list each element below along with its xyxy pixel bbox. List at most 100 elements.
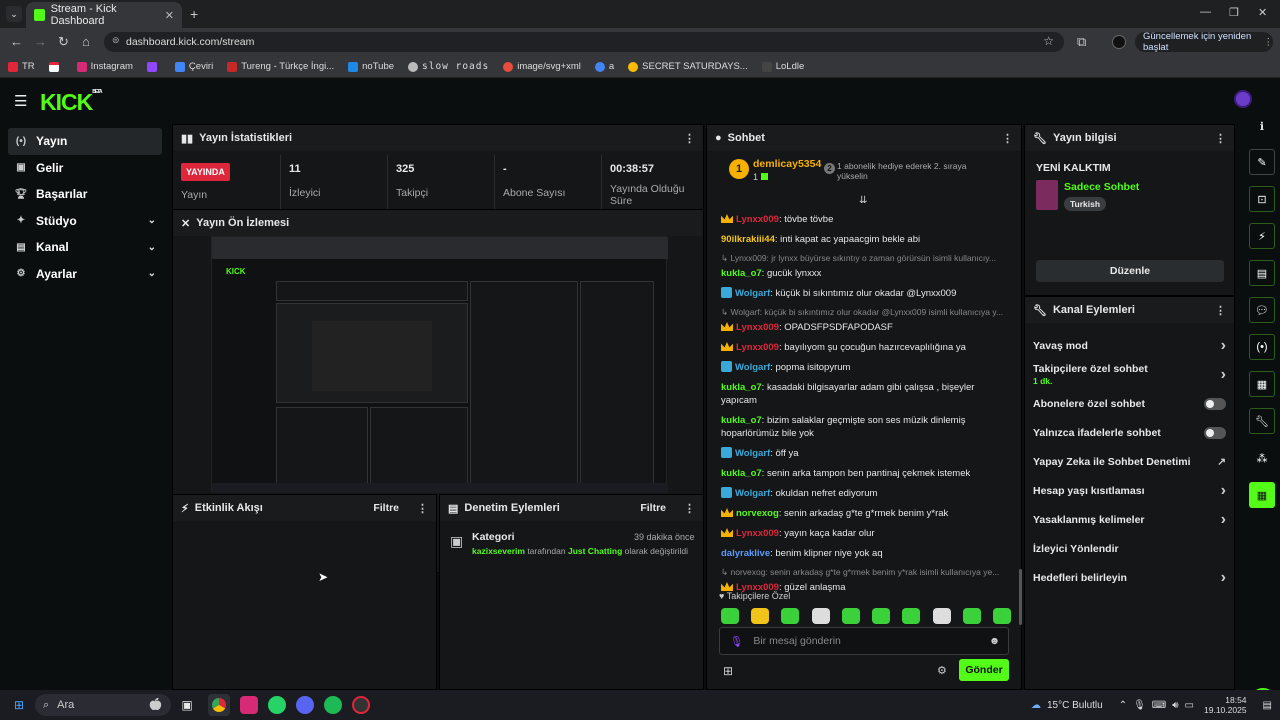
menu-icon[interactable]: ☰ — [14, 92, 27, 110]
bookmark-secret-saturdays[interactable]: SECRET SATURDAYS... — [628, 61, 748, 72]
chrome-icon[interactable] — [208, 694, 230, 716]
stream-preview-video[interactable]: KICK — [211, 236, 668, 493]
stream-tag[interactable]: Turkish — [1064, 197, 1107, 211]
tab-search-button[interactable]: ⌄ — [6, 6, 22, 22]
back-arrow-icon[interactable]: ← — [10, 34, 23, 49]
chevron-right-icon[interactable]: › — [1221, 482, 1226, 500]
external-link-icon[interactable]: ↗ — [1217, 456, 1226, 468]
sidebar-item-basarilar[interactable]: 🏆︎ Başarılar — [0, 181, 170, 208]
bookmark-tr[interactable]: TR — [8, 61, 35, 72]
broadcast-icon[interactable]: (•) — [1249, 334, 1275, 360]
send-button[interactable]: Gönder — [959, 659, 1009, 681]
chat-icon[interactable]: 💬︎ — [1249, 297, 1275, 323]
close-window-button[interactable]: ✕ — [1258, 6, 1267, 19]
bookmark-gmail[interactable] — [48, 61, 63, 72]
more-options-icon[interactable]: ⋮ — [1215, 304, 1226, 317]
chat-username[interactable]: norvexog — [736, 508, 779, 519]
emote-icon[interactable] — [932, 608, 951, 624]
windows-start-icon[interactable]: ⊞ — [8, 694, 30, 716]
profile-avatar[interactable] — [1112, 35, 1126, 49]
top-gifter-name[interactable]: demlicay5354 — [753, 158, 821, 170]
bookmark-loldle[interactable]: LoLdle — [761, 61, 804, 72]
channel-action-row[interactable]: Yalnızca ifadelerle sohbet — [1025, 418, 1234, 447]
chat-username[interactable]: Lynxx009 — [736, 528, 779, 539]
microphone-icon[interactable]: 🎙︎ — [730, 635, 743, 648]
lightning-icon[interactable]: ⚡︎ — [1249, 223, 1275, 249]
gift-icon[interactable]: ⊞ — [723, 664, 733, 678]
notifications-icon[interactable]: ▤ — [1263, 700, 1272, 711]
bookmark-instagram[interactable]: Instagram — [76, 61, 133, 72]
chevron-right-icon[interactable]: › — [1221, 366, 1226, 384]
edit-icon[interactable]: ✎ — [1249, 149, 1275, 175]
channel-action-row[interactable]: Yasaklanmış kelimeler › — [1025, 505, 1234, 534]
more-options-icon[interactable]: ⋮ — [684, 132, 695, 145]
filter-button[interactable]: Filtre — [640, 502, 666, 514]
update-restart-button[interactable]: Güncellemek için yeniden başlat ⋮ — [1135, 31, 1273, 53]
emote-icon[interactable] — [841, 608, 860, 624]
mic-icon[interactable]: 🎙︎ — [1133, 700, 1146, 711]
channel-action-row[interactable]: Hedefleri belirleyin › — [1025, 563, 1234, 592]
chat-username[interactable]: Wolgarf — [735, 448, 770, 459]
discord-icon[interactable] — [296, 696, 314, 714]
notes-icon[interactable]: ▤ — [1249, 260, 1275, 286]
clock[interactable]: 18:54 19.10.2025 — [1204, 695, 1247, 715]
clip-icon[interactable]: ⊡ — [1249, 186, 1275, 212]
emote-icon[interactable] — [992, 608, 1011, 624]
emote-icon[interactable] — [781, 608, 800, 624]
emote-icon[interactable] — [811, 608, 830, 624]
instagram-icon[interactable] — [240, 696, 258, 714]
chevron-right-icon[interactable]: › — [1221, 569, 1226, 587]
chat-username[interactable]: Wolgarf — [735, 288, 770, 299]
chat-username[interactable]: Lynxx009 — [736, 342, 779, 353]
site-info-icon[interactable]: ⊜ — [112, 35, 120, 46]
home-icon[interactable]: ⌂ — [82, 34, 90, 49]
task-view-icon[interactable]: ▣ — [176, 694, 198, 716]
channel-action-row[interactable]: İzleyici Yönlendir — [1025, 534, 1234, 563]
channel-action-row[interactable]: Abonelere özel sohbet — [1025, 389, 1234, 418]
new-tab-button[interactable]: + — [190, 6, 198, 22]
chat-username[interactable]: Lynxx009 — [736, 214, 779, 225]
emote-icon[interactable] — [902, 608, 921, 624]
user-avatar[interactable] — [1234, 90, 1252, 108]
clapper-icon[interactable]: ▦ — [1249, 482, 1275, 508]
obs-icon[interactable] — [352, 696, 370, 714]
toggle-switch[interactable] — [1204, 397, 1226, 410]
spotify-icon[interactable] — [324, 696, 342, 714]
emote-icon[interactable] — [751, 608, 770, 624]
filter-button[interactable]: Filtre — [373, 502, 399, 514]
forward-arrow-icon[interactable]: → — [34, 34, 47, 49]
maximize-button[interactable]: ❐ — [1229, 6, 1239, 19]
bookmark-star-icon[interactable]: ☆ — [1043, 34, 1054, 48]
tools-icon[interactable]: 🔧︎ — [1249, 408, 1275, 434]
sidebar-item-yayin[interactable]: (•) Yayın — [8, 128, 162, 155]
bookmark-slow-roads[interactable]: slow roads — [408, 61, 489, 72]
chat-username[interactable]: kukla_o7 — [721, 468, 762, 479]
more-options-icon[interactable]: ⋮ — [417, 502, 428, 515]
channel-action-row[interactable]: Yavaş mod › — [1025, 331, 1234, 360]
stream-category[interactable]: Sadece Sohbet — [1064, 181, 1139, 193]
chat-username[interactable]: kukla_o7 — [721, 268, 762, 279]
volume-icon[interactable]: 🔊︎ — [1172, 700, 1178, 711]
sidebar-item-kanal[interactable]: ▤ Kanal ⌄ — [0, 234, 170, 261]
network-icon[interactable]: ⌨ — [1152, 700, 1166, 711]
chat-settings-icon[interactable]: ⚙ — [937, 664, 947, 677]
chat-username[interactable]: Wolgarf — [735, 488, 770, 499]
bookmark-a[interactable]: a — [594, 61, 614, 72]
toggle-switch[interactable] — [1204, 426, 1226, 439]
chat-username[interactable]: Wolgarf — [735, 362, 770, 373]
chat-username[interactable]: kukla_o7 — [721, 415, 762, 426]
browser-tab[interactable]: Stream - Kick Dashboard ✕ — [26, 2, 182, 28]
minimize-button[interactable]: — — [1200, 6, 1211, 18]
chevron-right-icon[interactable]: › — [1221, 337, 1226, 355]
emote-icon[interactable] — [721, 608, 739, 624]
bookmark-image-svg[interactable]: image/svg+xml — [503, 61, 581, 72]
layers-icon[interactable]: ▦ — [1249, 371, 1275, 397]
url-input[interactable]: ⊜ dashboard.kick.com/stream ☆ — [104, 32, 1064, 52]
channel-action-row[interactable]: Yapay Zeka ile Sohbet Denetimi ↗ — [1025, 447, 1234, 476]
chevron-right-icon[interactable]: › — [1221, 511, 1226, 529]
sidebar-item-ayarlar[interactable]: ⚙ Ayarlar ⌄ — [0, 261, 170, 288]
extensions-icon[interactable]: ⧉ — [1077, 34, 1086, 50]
collapse-pins-icon[interactable]: ⇊ — [859, 195, 867, 206]
channel-action-row[interactable]: Hesap yaşı kısıtlaması › — [1025, 476, 1234, 505]
emote-icon[interactable] — [872, 608, 891, 624]
